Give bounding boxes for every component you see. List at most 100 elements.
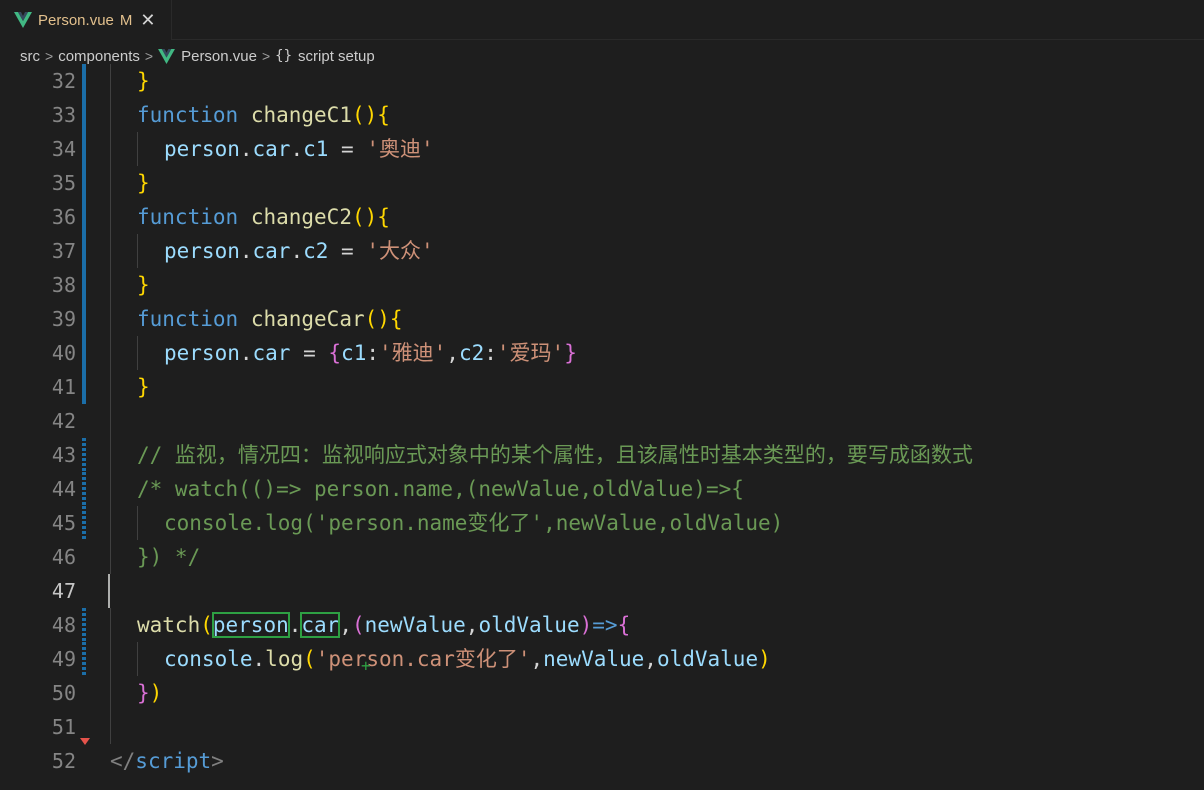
tab-bar: Person.vue M ✕ <box>0 0 1204 40</box>
code-line: 35 } <box>0 166 1204 200</box>
git-modified-marker <box>82 64 86 98</box>
indent-guide <box>110 472 111 506</box>
git-modified-marker <box>82 302 86 336</box>
indent-guide <box>137 336 138 370</box>
code-line: 32 } <box>0 64 1204 98</box>
indent-guide <box>110 166 111 200</box>
line-number: 43 <box>51 443 76 467</box>
code-text: watch(person.car,(newValue,oldValue)=>{ <box>137 612 631 638</box>
code-editor[interactable]: 32 } 33 function changeC1(){ 34 person.c… <box>0 64 1204 790</box>
code-line: 40 person.car = {c1:'雅迪',c2:'爱玛'} <box>0 336 1204 370</box>
line-number: 40 <box>51 341 76 365</box>
indent-guide <box>110 642 111 676</box>
code-text: function changeCar(){ <box>137 307 403 331</box>
indent-guide <box>110 98 111 132</box>
add-cursor-icon: + <box>361 656 371 675</box>
git-modified-marker <box>82 370 86 404</box>
code-line: 39 function changeCar(){ <box>0 302 1204 336</box>
line-number: 49 <box>51 647 76 671</box>
indent-guide <box>110 370 111 404</box>
git-modified-marker <box>82 234 86 268</box>
code-text: person.car.c1 = '奥迪' <box>164 137 434 161</box>
code-text: person.car = {c1:'雅迪',c2:'爱玛'} <box>164 341 577 365</box>
tab-person-vue[interactable]: Person.vue M ✕ <box>0 0 172 40</box>
code-line: 36 function changeC2(){ <box>0 200 1204 234</box>
indent-guide <box>137 642 138 676</box>
breadcrumb-item-script-setup[interactable]: script setup <box>298 48 375 65</box>
line-number: 51 <box>51 715 76 739</box>
line-number: 38 <box>51 273 76 297</box>
indent-guide <box>110 608 111 642</box>
code-text: // 监视，情况四：监视响应式对象中的某个属性，且该属性时基本类型的，要写成函数… <box>137 443 973 467</box>
line-number: 36 <box>51 205 76 229</box>
code-text: } <box>137 171 150 195</box>
breadcrumb-item-person-vue[interactable]: Person.vue <box>181 48 257 65</box>
line-number: 35 <box>51 171 76 195</box>
editor-window: Person.vue M ✕ src > components > Person… <box>0 0 1204 790</box>
line-number: 42 <box>51 409 76 433</box>
code-text: }) <box>137 681 163 705</box>
vue-logo-icon <box>158 48 176 64</box>
code-line: 49 console.log('person.car变化了',newValue,… <box>0 642 1204 676</box>
chevron-right-icon: > <box>261 48 271 64</box>
text-cursor <box>108 574 110 608</box>
indent-guide <box>110 540 111 574</box>
breadcrumb-item-components[interactable]: components <box>58 48 140 65</box>
indent-guide <box>110 302 111 336</box>
line-number: 52 <box>51 749 76 773</box>
indent-guide <box>137 234 138 268</box>
git-modified-marker <box>82 336 86 370</box>
tab-filename: Person.vue <box>38 11 114 29</box>
code-text: }) */ <box>137 545 201 569</box>
code-text: person.car.c2 = '大众' <box>164 239 434 263</box>
line-number: 39 <box>51 307 76 331</box>
code-text: function changeC1(){ <box>137 103 390 127</box>
code-text: } <box>137 273 150 297</box>
indent-guide <box>110 676 111 710</box>
indent-guide <box>110 404 111 438</box>
line-number: 41 <box>51 375 76 399</box>
indent-guide <box>110 438 111 472</box>
git-modified-marker <box>82 642 86 676</box>
close-icon[interactable]: ✕ <box>140 11 155 29</box>
indent-guide <box>110 234 111 268</box>
selection-highlight: car <box>300 612 341 638</box>
indent-guide <box>110 132 111 166</box>
git-modified-marker <box>82 438 86 472</box>
indent-guide <box>110 200 111 234</box>
code-line: 38 } <box>0 268 1204 302</box>
git-modified-marker <box>82 268 86 302</box>
git-modified-marker <box>82 608 86 642</box>
indent-guide <box>110 506 111 540</box>
code-line: 46 }) */ <box>0 540 1204 574</box>
line-number: 44 <box>51 477 76 501</box>
code-line: 44 /* watch(()=> person.name,(newValue,o… <box>0 472 1204 506</box>
vue-logo-icon <box>14 12 32 28</box>
code-line: 41 } <box>0 370 1204 404</box>
code-line: 37 person.car.c2 = '大众' <box>0 234 1204 268</box>
line-number: 34 <box>51 137 76 161</box>
code-text: </script> <box>110 749 224 773</box>
line-number: 50 <box>51 681 76 705</box>
code-line: 33 function changeC1(){ <box>0 98 1204 132</box>
git-modified-marker <box>82 166 86 200</box>
indent-guide <box>137 132 138 166</box>
code-line: 34 person.car.c1 = '奥迪' <box>0 132 1204 166</box>
code-text: } <box>137 69 150 93</box>
chevron-right-icon: > <box>45 48 54 64</box>
code-text: /* watch(()=> person.name,(newValue,oldV… <box>137 477 744 501</box>
line-number: 47 <box>51 579 76 603</box>
code-line: 42 <box>0 404 1204 438</box>
breadcrumb-item-src[interactable]: src <box>20 48 40 65</box>
line-number: 45 <box>51 511 76 535</box>
line-number: 37 <box>51 239 76 263</box>
braces-icon: {} <box>275 48 293 64</box>
git-modified-marker <box>82 200 86 234</box>
line-number: 32 <box>51 69 76 93</box>
code-text: function changeC2(){ <box>137 205 390 229</box>
git-modified-marker <box>82 98 86 132</box>
indent-guide <box>110 268 111 302</box>
code-line: 52 </script> <box>0 744 1204 778</box>
code-line: 50 }) <box>0 676 1204 710</box>
code-text: console.log('person.name变化了',newValue,ol… <box>164 511 784 535</box>
